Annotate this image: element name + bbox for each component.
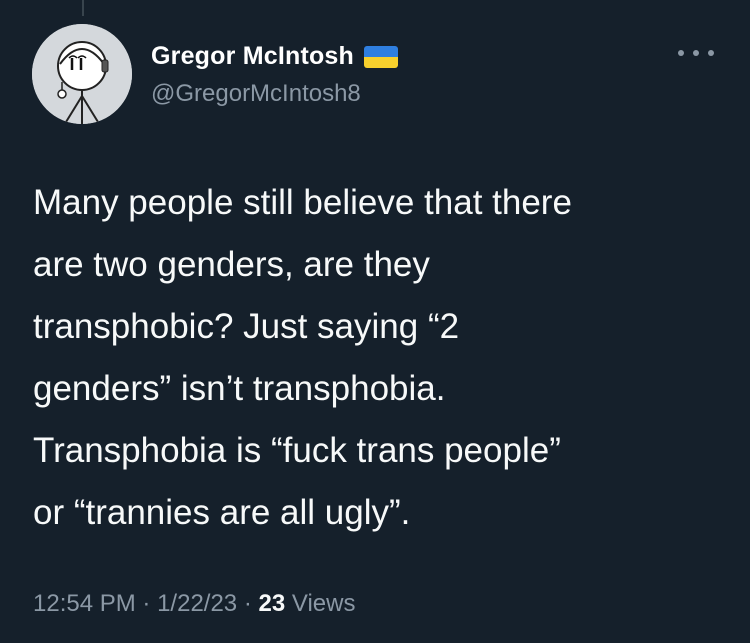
author-name-row: Gregor McIntosh bbox=[151, 42, 399, 71]
tweet-text-line: genders” isn’t transphobia. bbox=[33, 369, 446, 408]
tweet-text-line: are two genders, are they bbox=[33, 245, 430, 284]
meta-separator: · bbox=[243, 590, 252, 617]
thread-connector-line bbox=[82, 0, 84, 16]
tweet-text: Many people still believe that there are… bbox=[33, 172, 733, 544]
tweet-time[interactable]: 12:54 PM bbox=[33, 590, 136, 617]
views-label[interactable]: Views bbox=[292, 590, 356, 617]
tweet-text-line: transphobic? Just saying “2 bbox=[33, 307, 460, 346]
author-display-name[interactable]: Gregor McIntosh bbox=[151, 42, 354, 71]
avatar[interactable] bbox=[32, 24, 132, 124]
stick-figure-avatar-icon bbox=[32, 24, 132, 124]
ukraine-flag-icon bbox=[364, 45, 399, 68]
tweet-text-line: Transphobia is “fuck trans people” bbox=[33, 431, 561, 470]
tweet-metadata: 12:54 PM · 1/22/23 · 23 Views bbox=[33, 590, 355, 618]
more-dots-icon bbox=[678, 50, 684, 56]
views-count[interactable]: 23 bbox=[259, 590, 286, 617]
tweet-text-line: or “trannies are all ugly”. bbox=[33, 493, 411, 532]
author-handle[interactable]: @GregorMcIntosh8 bbox=[151, 80, 361, 108]
more-options-button[interactable] bbox=[678, 43, 714, 63]
tweet-date[interactable]: 1/22/23 bbox=[157, 590, 237, 617]
tweet-text-line: Many people still believe that there bbox=[33, 183, 572, 222]
meta-separator: · bbox=[142, 590, 151, 617]
